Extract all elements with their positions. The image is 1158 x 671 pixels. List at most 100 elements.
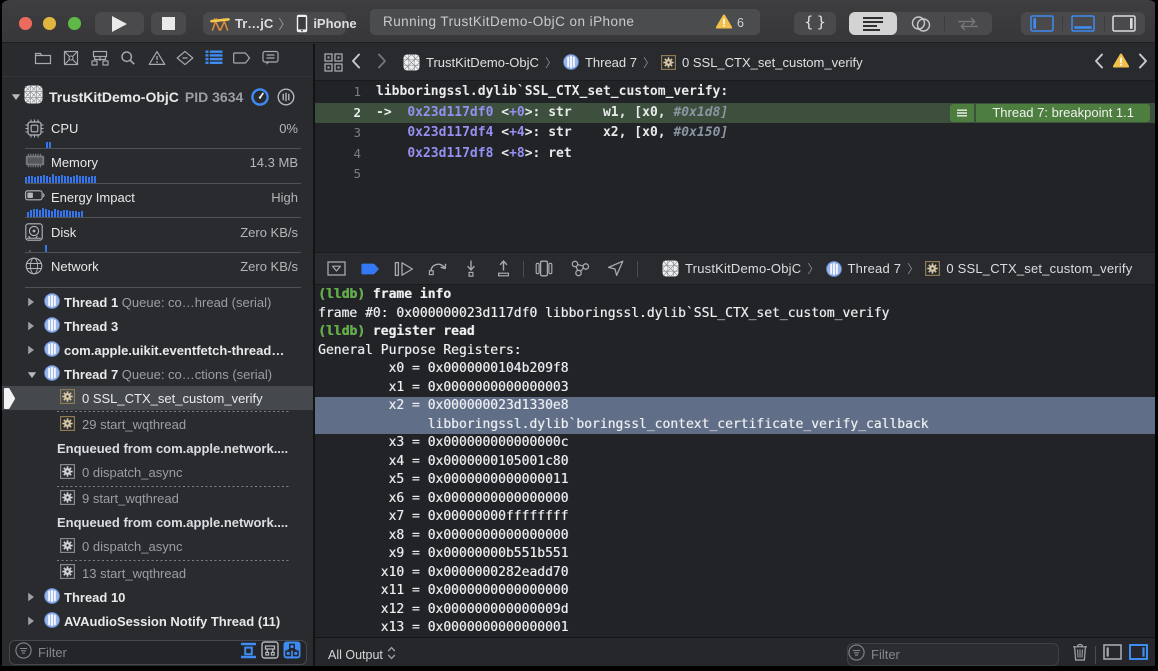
go-back-button[interactable]	[351, 53, 361, 72]
toggle-debug-area-button[interactable]	[1062, 12, 1103, 35]
navigator-tab-project[interactable]	[34, 52, 51, 69]
step-into-button[interactable]	[459, 257, 483, 281]
debugbar-crumb[interactable]: TrustKitDemo-ObjC	[662, 260, 801, 277]
thread-row[interactable]: com.apple.uikit.eventfetch-thread…	[0, 338, 313, 362]
console-line[interactable]: x10 = 0x0000000282eadd70	[315, 564, 1158, 583]
warning-indicator[interactable]: 6	[716, 14, 744, 32]
gauge-memory[interactable]: Memory14.3 MB	[0, 149, 313, 184]
filter-flatten-button[interactable]	[240, 642, 257, 664]
navigator-tab-reports[interactable]	[262, 52, 279, 69]
enqueued-row[interactable]: Enqueued from com.apple.network....	[0, 511, 313, 535]
disclosure-triangle-icon[interactable]	[27, 343, 35, 358]
jumpbar-crumb[interactable]: 0 SSL_CTX_set_custom_verify	[661, 55, 863, 70]
toggle-navigator-button[interactable]	[1021, 12, 1062, 35]
gauge-disk[interactable]: DiskZero KB/s	[0, 218, 313, 253]
toggle-variables-view-button[interactable]	[1103, 644, 1122, 665]
disclosure-triangle-icon[interactable]	[27, 367, 37, 382]
standard-editor-button[interactable]	[849, 12, 897, 35]
disclosure-triangle-icon[interactable]	[27, 614, 35, 629]
clear-console-button[interactable]	[1072, 643, 1088, 666]
gauge-cpu[interactable]: CPU0%	[0, 114, 313, 149]
sidebar-filter-input[interactable]: Filter	[38, 645, 240, 660]
console-line[interactable]: libboringssl.dylib`boringssl_context_cer…	[315, 416, 1158, 435]
jumpbar-crumb[interactable]: TrustKitDemo-ObjC	[403, 54, 539, 71]
debugbar-crumb[interactable]: 0 SSL_CTX_set_custom_verify	[925, 261, 1132, 276]
scheme-selector[interactable]: Tr…jC 〉 iPhone	[203, 12, 346, 35]
gauge-energy-impact[interactable]: Energy ImpactHigh	[0, 183, 313, 218]
filter-view-mode-button[interactable]	[283, 641, 301, 664]
zoom-window-button[interactable]	[68, 17, 81, 30]
navigator-tab-breakpoints[interactable]	[234, 52, 251, 69]
breakpoint-badge[interactable]: Thread 7: breakpoint 1.1	[950, 104, 1150, 122]
stack-frame-row[interactable]: 29 start_wqthread	[0, 412, 313, 436]
stack-frame-row[interactable]: 0 dispatch_async	[0, 461, 313, 485]
console-line[interactable]: x11 = 0x0000000000000000	[315, 582, 1158, 601]
assistant-editor-button[interactable]	[897, 12, 945, 35]
navigator-tab-symbols[interactable]	[91, 52, 108, 69]
run-destination[interactable]: iPhone	[313, 16, 356, 31]
console-line[interactable]: x7 = 0x00000000ffffffff	[315, 508, 1158, 527]
minimize-window-button[interactable]	[43, 17, 56, 30]
process-row[interactable]: TrustKitDemo-ObjC PID 3634	[0, 85, 313, 109]
console-line[interactable]: x1 = 0x0000000000000003	[315, 379, 1158, 398]
navigator-tab-debug[interactable]	[205, 52, 222, 69]
console-filter-field[interactable]: Filter	[847, 643, 1059, 666]
console-line[interactable]: x6 = 0x0000000000000000	[315, 490, 1158, 509]
memory-graph-button[interactable]	[568, 257, 592, 281]
stop-button[interactable]	[151, 12, 186, 35]
scheme-name[interactable]: Tr…jC	[235, 16, 273, 31]
thread-row[interactable]: AVAudioSession Notify Thread (11)	[0, 609, 313, 633]
stack-frame-row[interactable]: 9 start_wqthread	[0, 487, 313, 511]
breakpoint-menu-icon[interactable]	[950, 104, 974, 122]
console-line[interactable]: x13 = 0x0000000000000001	[315, 619, 1158, 638]
disclosure-triangle-icon[interactable]	[27, 590, 35, 605]
source-editor[interactable]: 1libboringssl.dylib`SSL_CTX_set_custom_v…	[315, 82, 1158, 252]
continue-button[interactable]	[392, 257, 416, 281]
debugbar-crumb[interactable]: Thread 7	[826, 261, 902, 277]
breakpoints-toggle-button[interactable]	[358, 257, 382, 281]
thread-row[interactable]: Thread 1 Queue: co…hread (serial)	[0, 290, 313, 314]
gauge-network[interactable]: NetworkZero KB/s	[0, 253, 313, 288]
step-out-button[interactable]	[491, 257, 515, 281]
debug-view-hierarchy-button[interactable]	[532, 257, 556, 281]
console-line[interactable]: x4 = 0x0000000105001c80	[315, 453, 1158, 472]
filter-crashed-threads-button[interactable]	[261, 641, 279, 664]
console-line[interactable]: x12 = 0x000000000000009d	[315, 601, 1158, 620]
jumpbar-crumb[interactable]: Thread 7	[563, 54, 637, 70]
stack-frame-row[interactable]: 13 start_wqthread	[0, 561, 313, 585]
columns-view-button[interactable]	[277, 88, 295, 111]
next-issue-button[interactable]	[1138, 53, 1148, 72]
console-line[interactable]: x5 = 0x0000000000000011	[315, 471, 1158, 490]
toggle-console-view-button[interactable]	[1129, 644, 1148, 665]
navigator-tab-issues[interactable]	[148, 52, 165, 69]
navigator-tab-search[interactable]	[120, 52, 137, 69]
library-button[interactable]: {}	[794, 12, 836, 35]
console-line[interactable]: (lldb) register read	[315, 323, 1158, 342]
disclosure-triangle-icon[interactable]	[11, 88, 21, 106]
disclosure-triangle-icon[interactable]	[27, 319, 35, 334]
thread-row[interactable]: Thread 10	[0, 585, 313, 609]
code-line[interactable]: 5	[315, 164, 1158, 185]
related-items-icon[interactable]	[321, 50, 345, 74]
code-line[interactable]: 4 0x23d117df8 <+8>: ret	[315, 144, 1158, 165]
code-line[interactable]: 3 0x23d117df4 <+4>: str x2, [x0, #0x150]	[315, 123, 1158, 144]
go-forward-button[interactable]	[377, 53, 387, 72]
step-over-button[interactable]	[426, 257, 450, 281]
code-line[interactable]: 2-> 0x23d117df0 <+0>: str w1, [x0, #0x1d…	[315, 103, 1158, 124]
simulate-location-button[interactable]	[603, 257, 627, 281]
thread-row[interactable]: Thread 3	[0, 314, 313, 338]
close-window-button[interactable]	[19, 17, 32, 30]
gauge-view-button[interactable]	[251, 88, 269, 111]
warning-icon[interactable]	[1113, 53, 1129, 71]
console-output[interactable]: (lldb) frame infoframe #0: 0x000000023d1…	[315, 286, 1158, 637]
console-line[interactable]: x3 = 0x000000000000000c	[315, 434, 1158, 453]
run-button[interactable]	[95, 12, 144, 35]
console-line[interactable]: x2 = 0x000000023d1330e8	[315, 397, 1158, 416]
stack-frame-row[interactable]: 0 SSL_CTX_set_custom_verify	[0, 386, 313, 410]
stack-frame-row[interactable]: 0 dispatch_async	[0, 535, 313, 559]
console-line[interactable]: x0 = 0x0000000104b209f8	[315, 360, 1158, 379]
thread-row[interactable]: Thread 7 Queue: co…ctions (serial)	[0, 362, 313, 386]
console-line[interactable]: x8 = 0x0000000000000000	[315, 527, 1158, 546]
console-line[interactable]: (lldb) frame info	[315, 286, 1158, 305]
hide-debug-area-button[interactable]	[324, 257, 348, 281]
